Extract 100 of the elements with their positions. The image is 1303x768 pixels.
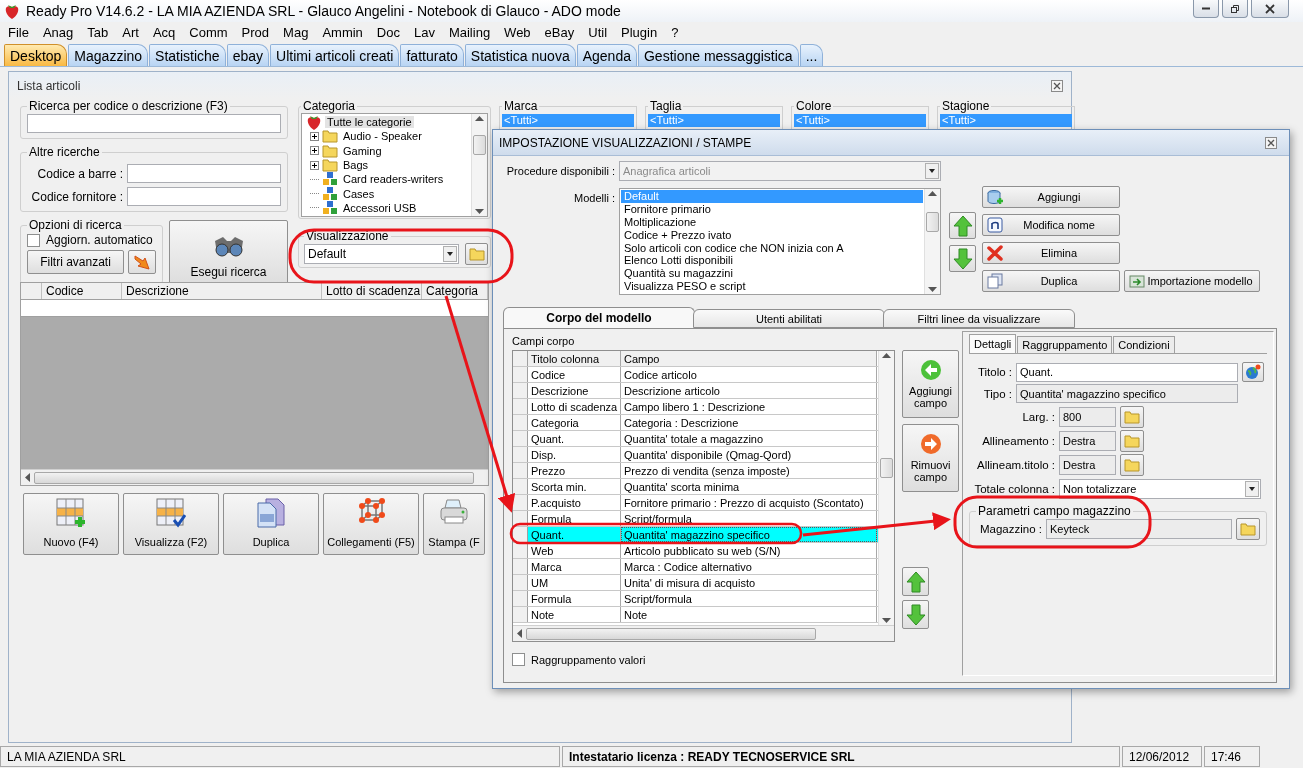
tab[interactable]: Dettagli <box>969 334 1017 353</box>
tree-item[interactable]: Gaming <box>341 144 384 157</box>
column-header[interactable]: Titolo colonna <box>528 351 621 366</box>
tree-item[interactable]: Bags <box>341 159 371 171</box>
tab[interactable]: Magazzino <box>68 44 149 66</box>
table-row[interactable]: P.acquisto Fornitore primario : Prezzo di acquisto (Scontato) <box>513 495 878 511</box>
menu-item[interactable]: Doc <box>369 24 407 40</box>
row-header[interactable] <box>513 367 528 382</box>
table-row[interactable]: Descrizione Descrizione articolo <box>513 383 878 399</box>
tree-item[interactable]: Accessori USB <box>341 201 419 214</box>
action-button[interactable]: Elimina <box>982 242 1120 264</box>
menu-item[interactable]: File <box>1 24 36 40</box>
globe-button[interactable] <box>1242 362 1264 382</box>
action-button[interactable]: Modifica nome <box>982 214 1120 236</box>
table-row[interactable]: Scorta min. Quantita' scorta minima <box>513 479 878 495</box>
scroll-down-icon[interactable] <box>928 287 937 292</box>
scroll-left-icon[interactable] <box>25 473 30 482</box>
table-row[interactable]: Disp. Quantita' disponibile (Qmag-Qord) <box>513 447 878 463</box>
tab[interactable]: ... <box>799 44 824 66</box>
table-row[interactable]: Codice Codice articolo <box>513 367 878 383</box>
remove-field-button[interactable]: Rimuovi campo <box>902 424 959 492</box>
expand-icon[interactable] <box>310 160 319 170</box>
close-icon[interactable] <box>1051 79 1063 92</box>
tab[interactable]: Utenti abilitati <box>693 309 885 328</box>
scroll-up-icon[interactable] <box>882 353 891 358</box>
view-dropdown[interactable]: Default <box>304 244 459 264</box>
move-up-button[interactable] <box>949 212 976 239</box>
row-header[interactable] <box>513 415 528 430</box>
row-header[interactable] <box>513 479 528 494</box>
toolbar-button[interactable]: Duplica <box>223 493 319 555</box>
search-button[interactable]: Esegui ricerca <box>169 220 288 284</box>
row-header[interactable] <box>513 495 528 510</box>
tab[interactable]: Desktop <box>4 44 68 66</box>
table-row[interactable]: Note Note <box>513 607 878 623</box>
list-item[interactable]: Codice + Prezzo ivato <box>621 228 923 242</box>
toolbar-button[interactable]: Visualizza (F2) <box>123 493 219 555</box>
table-row[interactable]: Web Articolo pubblicato su web (S/N) <box>513 543 878 559</box>
menu-item[interactable]: Tab <box>80 24 116 40</box>
table-row[interactable]: Marca Marca : Codice alternativo <box>513 559 878 575</box>
menu-item[interactable]: ? <box>664 24 686 40</box>
vertical-scrollbar[interactable] <box>471 114 487 216</box>
title-field[interactable]: Quant. <box>1016 362 1238 382</box>
column-header[interactable]: Categoria <box>422 283 488 299</box>
tab[interactable]: Corpo del modello <box>503 307 695 328</box>
vertical-scrollbar[interactable] <box>924 189 940 294</box>
add-field-button[interactable]: Aggiungi campo <box>902 350 959 418</box>
tree-item[interactable]: Tutte le categorie <box>325 116 414 129</box>
list-item[interactable]: Moltiplicazione <box>621 215 923 229</box>
action-button[interactable]: Duplica <box>982 270 1120 292</box>
folder-button[interactable] <box>1120 454 1144 476</box>
row-header[interactable] <box>513 447 528 462</box>
scroll-thumb[interactable] <box>473 135 486 155</box>
action-button[interactable]: Aggiungi <box>982 186 1120 208</box>
menu-item[interactable]: Plugin <box>614 24 665 40</box>
folder-button[interactable] <box>1120 430 1144 452</box>
folder-button[interactable] <box>1120 406 1144 428</box>
action-button[interactable]: Importazione modello <box>1124 270 1260 292</box>
menu-item[interactable]: Ammin <box>315 24 370 40</box>
expand-icon[interactable] <box>310 131 319 141</box>
toolbar-button[interactable]: Nuovo (F4) <box>23 493 119 555</box>
tree-item[interactable]: Cases <box>341 187 377 200</box>
table-row[interactable] <box>21 300 488 317</box>
checkbox[interactable] <box>512 653 525 666</box>
menu-item[interactable]: Mailing <box>441 24 498 40</box>
vertical-scrollbar[interactable] <box>878 351 894 625</box>
table-row[interactable]: Categoria Categoria : Descrizione <box>513 415 878 431</box>
input-field[interactable] <box>127 187 281 206</box>
tree-item[interactable]: Audio - Speaker <box>341 130 424 143</box>
menu-item[interactable]: eBay <box>537 24 582 40</box>
input-field[interactable] <box>127 164 281 183</box>
search-field[interactable] <box>27 114 281 133</box>
advanced-filters-button[interactable]: Filtri avanzati <box>27 250 124 274</box>
row-header[interactable] <box>513 607 528 622</box>
table-row[interactable]: Prezzo Prezzo di vendita (senza imposte) <box>513 463 878 479</box>
close-icon[interactable] <box>1265 136 1277 149</box>
table-row[interactable]: Quant. Quantita' totale a magazzino <box>513 431 878 447</box>
list-item[interactable]: Elenco Lotti disponibili <box>621 254 923 268</box>
column-header[interactable]: Campo <box>621 351 877 366</box>
menu-item[interactable]: Util <box>581 24 615 40</box>
list-item[interactable]: Solo articoli con codice che NON inizia con A <box>621 241 923 255</box>
scroll-thumb[interactable] <box>526 627 816 640</box>
row-header[interactable] <box>513 527 528 542</box>
table-row[interactable]: Quant. Quantita' magazzino specifico <box>513 527 878 543</box>
row-header[interactable] <box>513 399 528 414</box>
tab[interactable]: fatturato <box>400 44 464 66</box>
list-item[interactable]: Fornitore primario <box>621 202 923 216</box>
move-up-button[interactable] <box>902 567 929 596</box>
tab[interactable]: ebay <box>226 44 269 66</box>
table-row[interactable]: UM Unita' di misura di acquisto <box>513 575 878 591</box>
tab[interactable]: Filtri linee da visualizzare <box>883 309 1075 328</box>
menu-item[interactable]: Art <box>115 24 146 40</box>
menu-item[interactable]: Prod <box>234 24 277 40</box>
scroll-up-icon[interactable] <box>475 116 484 121</box>
table-row[interactable]: Formula Script/formula <box>513 511 878 527</box>
table-row[interactable]: Lotto di scadenza Campo libero 1 : Descrizione <box>513 399 878 415</box>
row-header[interactable] <box>513 431 528 446</box>
scroll-down-icon[interactable] <box>882 618 891 623</box>
column-header[interactable]: Codice <box>42 283 122 299</box>
tab[interactable]: Agenda <box>576 44 637 66</box>
menu-item[interactable]: Comm <box>182 24 235 40</box>
